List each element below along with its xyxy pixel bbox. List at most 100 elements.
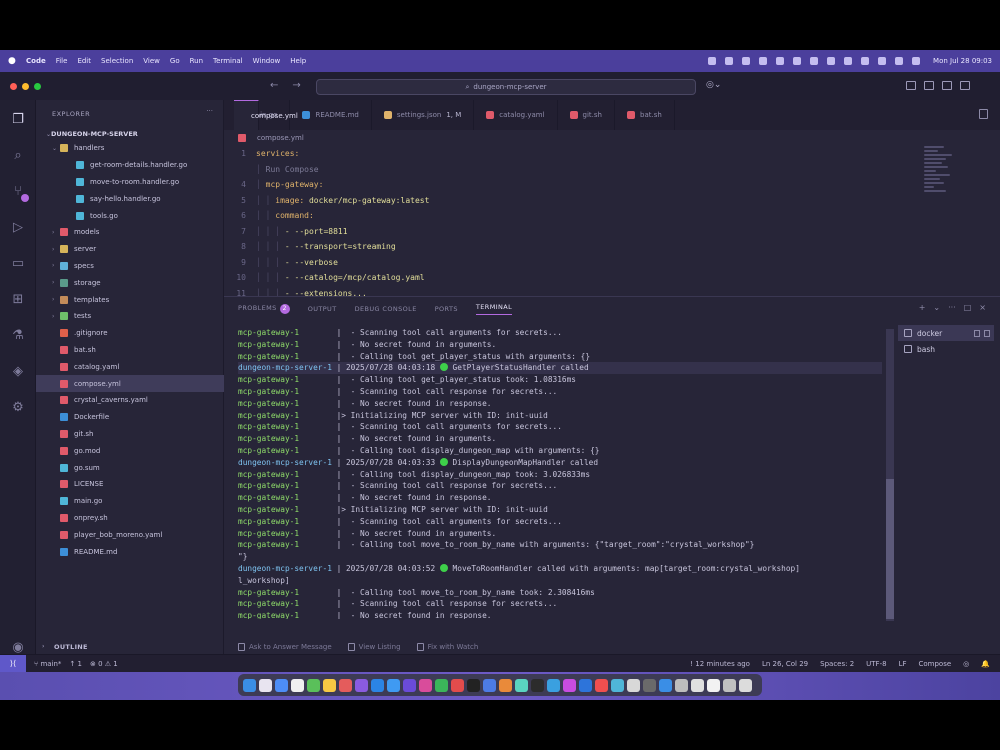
app-icon[interactable] (515, 678, 528, 692)
tab-terminal[interactable]: TERMINAL (475, 303, 513, 315)
app-icon[interactable] (419, 678, 432, 692)
menu-run[interactable]: Run (190, 57, 203, 65)
folder-item[interactable]: › templates (36, 291, 224, 308)
copilot-icon[interactable]: ◎⌄ (706, 80, 721, 90)
app-store-icon[interactable] (275, 678, 288, 692)
file-item[interactable]: player_bob_moreno.yaml (36, 526, 224, 543)
toggle-sidebar-icon[interactable] (906, 81, 916, 90)
minimize-window-button[interactable] (22, 82, 29, 90)
terminal-output[interactable]: mcp-gateway-1 | - Scanning tool call arg… (238, 327, 882, 619)
toggle-panel-icon[interactable] (924, 81, 934, 90)
terminal-scrollbar[interactable] (886, 329, 894, 621)
scrollbar-thumb[interactable] (886, 479, 894, 619)
app-icon[interactable] (659, 678, 672, 692)
app-icon[interactable] (547, 678, 560, 692)
menu-view[interactable]: View (143, 57, 160, 65)
tray-icon[interactable] (793, 57, 802, 65)
app-icon[interactable] (611, 678, 624, 692)
language-mode[interactable]: Compose (919, 660, 952, 668)
file-item[interactable]: bat.sh (36, 342, 224, 359)
file-item[interactable]: go.mod (36, 442, 224, 459)
problems-indicator[interactable]: ⊗ 0 ⚠ 1 (90, 660, 118, 668)
file-item[interactable]: crystal_caverns.yaml (36, 392, 224, 409)
more-actions-icon[interactable]: ··· (948, 303, 956, 312)
forward-arrow-icon[interactable]: → (292, 80, 300, 91)
sync-indicator[interactable]: ↑ 1 (69, 660, 82, 668)
tray-icon[interactable] (776, 57, 785, 65)
search-icon[interactable] (895, 57, 904, 65)
folder-item[interactable]: › server (36, 241, 224, 258)
notifications-bell-icon[interactable]: 🔔 (981, 660, 990, 668)
app-icon[interactable] (483, 678, 496, 692)
breadcrumb-file[interactable]: compose.yml (257, 134, 304, 142)
remote-explorer-icon[interactable]: ▭ (10, 256, 26, 272)
tray-icon[interactable] (742, 57, 751, 65)
tray-icon[interactable] (827, 57, 836, 65)
encoding[interactable]: UTF-8 (866, 660, 886, 668)
menubar-clock[interactable]: Mon Jul 28 09:03 (933, 57, 992, 65)
tray-icon[interactable] (861, 57, 870, 65)
copilot-status-icon[interactable]: ◎ (963, 660, 969, 668)
terminal-instance[interactable]: bash (898, 341, 994, 357)
menu-edit[interactable]: Edit (77, 57, 91, 65)
remote-indicator[interactable]: ⟩⟨ (0, 654, 26, 673)
tab-debug-console[interactable]: DEBUG CONSOLE (355, 305, 417, 313)
folder-item[interactable]: › models (36, 224, 224, 241)
notes-icon[interactable] (323, 678, 336, 692)
file-item[interactable]: README.md (36, 543, 224, 560)
maximize-panel-icon[interactable]: □ (964, 303, 972, 312)
launchpad-icon[interactable] (259, 678, 272, 692)
app-icon[interactable] (499, 678, 512, 692)
editor-tab[interactable]: settings.json 1, M (372, 100, 475, 130)
app-icon[interactable] (643, 678, 656, 692)
hint-2[interactable]: View Listing (347, 643, 401, 651)
terminal-app-icon[interactable] (467, 678, 480, 692)
app-icon[interactable] (723, 678, 736, 692)
terminal-instance[interactable]: docker (898, 325, 994, 341)
folder-item[interactable]: › storage (36, 274, 224, 291)
editor-tab[interactable]: compose.yml (234, 100, 298, 130)
editor-tab[interactable]: git.sh (558, 100, 615, 130)
podcast-icon[interactable] (355, 678, 368, 692)
file-item[interactable]: .gitignore (36, 325, 224, 342)
command-center-search[interactable]: ⌕ dungeon-mcp-server (316, 79, 696, 95)
app-icon[interactable] (531, 678, 544, 692)
tray-icon[interactable] (844, 57, 853, 65)
control-center-icon[interactable] (912, 57, 921, 65)
file-item[interactable]: say-hello.handler.go (36, 190, 224, 207)
source-control-icon[interactable]: ⑂ (10, 184, 29, 202)
git-blame-indicator[interactable]: ! 12 minutes ago (690, 660, 750, 668)
file-item[interactable]: tools.go (36, 207, 224, 224)
line-ending[interactable]: LF (899, 660, 907, 668)
tray-icon[interactable] (810, 57, 819, 65)
hint-1[interactable]: Ask to Answer Message (238, 643, 332, 651)
testing-icon[interactable]: ⚗ (10, 328, 26, 344)
safari-icon[interactable] (291, 678, 304, 692)
file-item[interactable]: catalog.yaml (36, 358, 224, 375)
docker-icon[interactable]: ◈ (10, 364, 26, 380)
search-icon[interactable]: ⌕ (10, 148, 26, 164)
split-terminal-icon[interactable] (974, 329, 980, 337)
toggle-secondary-sidebar-icon[interactable] (942, 81, 952, 90)
messages-icon[interactable] (307, 678, 320, 692)
file-item[interactable]: main.go (36, 493, 224, 510)
menu-terminal[interactable]: Terminal (213, 57, 243, 65)
teams-icon[interactable] (403, 678, 416, 692)
section-outline[interactable]: › OUTLINE (36, 638, 224, 655)
tray-icon[interactable] (708, 57, 717, 65)
finder-icon[interactable] (243, 678, 256, 692)
menu-selection[interactable]: Selection (101, 57, 133, 65)
app-icon[interactable] (691, 678, 704, 692)
hint-3[interactable]: Fix with Watch (416, 643, 478, 651)
file-item[interactable]: compose.yml (36, 375, 224, 392)
apple-icon[interactable]: ● (8, 56, 18, 66)
menu-go[interactable]: Go (170, 57, 180, 65)
menu-window[interactable]: Window (253, 57, 281, 65)
zoom-window-button[interactable] (34, 82, 41, 90)
explorer-icon[interactable]: ❐ (10, 112, 26, 128)
app-icon[interactable] (595, 678, 608, 692)
extensions-icon[interactable]: ⊞ (10, 292, 26, 308)
tray-icon[interactable] (759, 57, 768, 65)
tab-output[interactable]: OUTPUT (308, 305, 337, 313)
wifi-icon[interactable] (878, 57, 887, 65)
